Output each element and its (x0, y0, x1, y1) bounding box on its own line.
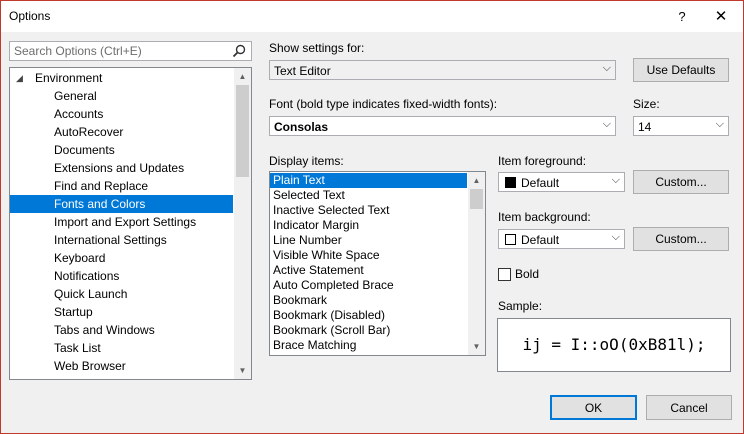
tree-item-label: Find and Replace (54, 179, 149, 193)
tree-item[interactable]: Import and Export Settings (10, 213, 233, 231)
chevron-down-icon: ⌵ (611, 231, 620, 243)
chevron-down-icon: ⌵ (611, 174, 620, 186)
bold-label: Bold (515, 267, 540, 281)
tree-item-label: Fonts and Colors (54, 197, 146, 211)
display-items-list[interactable]: Plain Text Selected Text Inactive Selected… (269, 171, 486, 356)
tree-item[interactable]: Fonts and Colors (10, 195, 233, 213)
chevron-down-icon: ⌵ (602, 118, 611, 130)
list-scrollbar[interactable]: ▲ ▼ (468, 172, 485, 355)
scroll-down-icon[interactable]: ▼ (234, 362, 251, 379)
tree-scrollbar[interactable]: ▲ ▼ (234, 68, 251, 379)
item-background-combo[interactable]: Default ⌵ (498, 229, 625, 249)
font-label: Font (bold type indicates fixed-width fo… (269, 97, 498, 111)
tree-item-label: Quick Launch (54, 287, 128, 301)
display-item[interactable]: Visible White Space (270, 248, 467, 263)
options-dialog: Options ? ✕ ◢ Environment General Account… (0, 0, 744, 434)
display-item[interactable]: Brace Matching (270, 338, 467, 353)
size-label: Size: (633, 97, 660, 111)
tree-item-label: Extensions and Updates (54, 161, 185, 175)
scroll-thumb[interactable] (236, 85, 249, 177)
window-title: Options (9, 9, 51, 23)
background-custom-button[interactable]: Custom... (633, 227, 729, 251)
tree-item-label: Startup (54, 305, 93, 319)
foreground-custom-button[interactable]: Custom... (633, 170, 729, 194)
bold-checkbox[interactable] (498, 268, 511, 281)
tree-item-label: AutoRecover (54, 125, 124, 139)
tree-item-label: Keyboard (54, 251, 106, 265)
tree-content: ◢ Environment General Accounts AutoRecover… (10, 68, 233, 379)
size-combo[interactable]: 14 ⌵ (633, 116, 729, 136)
display-item[interactable]: Auto Completed Brace (270, 278, 467, 293)
tree-item-label: Web Browser (54, 359, 126, 373)
expand-arrow-icon[interactable]: ◢ (16, 69, 23, 87)
item-foreground-combo[interactable]: Default ⌵ (498, 172, 625, 192)
tree-item[interactable]: Find and Replace (10, 177, 233, 195)
options-tree[interactable]: ◢ Environment General Accounts AutoRecover… (9, 67, 252, 380)
close-button[interactable]: ✕ (704, 1, 738, 32)
tree-node-environment[interactable]: ◢ Environment (10, 69, 233, 87)
tree-item[interactable]: Web Browser (10, 357, 233, 375)
tree-item[interactable]: Tabs and Windows (10, 321, 233, 339)
scroll-down-icon[interactable]: ▼ (468, 338, 485, 355)
search-input[interactable] (10, 42, 233, 60)
title-bar: Options ? ✕ (1, 1, 743, 32)
tree-item-label: Notifications (54, 269, 120, 283)
display-item[interactable]: Bookmark (Scroll Bar) (270, 323, 467, 338)
help-button[interactable]: ? (665, 1, 699, 32)
tree-item[interactable]: International Settings (10, 231, 233, 249)
item-foreground-label: Item foreground: (498, 154, 587, 168)
tree-item-label: Accounts (54, 107, 104, 121)
scroll-up-icon[interactable]: ▲ (468, 172, 485, 189)
tree-item[interactable]: Accounts (10, 105, 233, 123)
font-value: Consolas (274, 120, 329, 134)
tree-item-label: General (54, 89, 97, 103)
size-value: 14 (638, 120, 652, 134)
display-item[interactable]: Inactive Selected Text (270, 203, 467, 218)
chevron-down-icon: ⌵ (602, 62, 611, 74)
tree-item[interactable]: AutoRecover (10, 123, 233, 141)
item-foreground-value: Default (521, 176, 560, 190)
item-background-label: Item background: (498, 210, 591, 224)
display-item[interactable]: Plain Text (270, 173, 467, 188)
item-background-value: Default (521, 233, 560, 247)
scroll-up-icon[interactable]: ▲ (234, 68, 251, 85)
tree-item[interactable]: Keyboard (10, 249, 233, 267)
tree-item-label: International Settings (54, 233, 167, 247)
tree-item[interactable]: Quick Launch (10, 285, 233, 303)
font-combo[interactable]: Consolas ⌵ (269, 116, 616, 136)
ok-button[interactable]: OK (550, 395, 637, 420)
tree-node-label: Environment (35, 71, 103, 85)
tree-item[interactable]: Documents (10, 141, 233, 159)
tree-item[interactable]: Notifications (10, 267, 233, 285)
display-item[interactable]: Bookmark (Disabled) (270, 308, 467, 323)
tree-item[interactable]: General (10, 87, 233, 105)
sample-preview: ij = I::oO(0xB81l); (497, 318, 731, 372)
use-defaults-button[interactable]: Use Defaults (633, 58, 729, 82)
tree-item-label: Task List (54, 341, 101, 355)
display-item[interactable]: Bookmark (270, 293, 467, 308)
show-settings-label: Show settings for: (269, 41, 365, 55)
tree-item-label: Import and Export Settings (54, 215, 197, 229)
display-items-label: Display items: (269, 154, 344, 168)
sample-label: Sample: (498, 299, 543, 313)
show-settings-combo[interactable]: Text Editor ⌵ (269, 60, 616, 80)
sample-text: ij = I::oO(0xB81l); (522, 335, 706, 354)
display-item[interactable]: Selected Text (270, 188, 467, 203)
display-item[interactable]: Line Number (270, 233, 467, 248)
search-icon[interactable] (231, 43, 247, 59)
tree-item-label: Tabs and Windows (54, 323, 155, 337)
tree-item[interactable]: Startup (10, 303, 233, 321)
tree-item[interactable]: Extensions and Updates (10, 159, 233, 177)
chevron-down-icon: ⌵ (715, 118, 724, 130)
show-settings-value: Text Editor (274, 64, 331, 78)
color-swatch (505, 234, 516, 245)
tree-item[interactable]: Task List (10, 339, 233, 357)
search-options-box[interactable] (9, 41, 252, 61)
scroll-thumb[interactable] (470, 189, 483, 209)
color-swatch (505, 177, 516, 188)
tree-item-label: Documents (54, 143, 115, 157)
display-item[interactable]: Indicator Margin (270, 218, 467, 233)
display-item[interactable]: Active Statement (270, 263, 467, 278)
cancel-button[interactable]: Cancel (646, 395, 732, 420)
